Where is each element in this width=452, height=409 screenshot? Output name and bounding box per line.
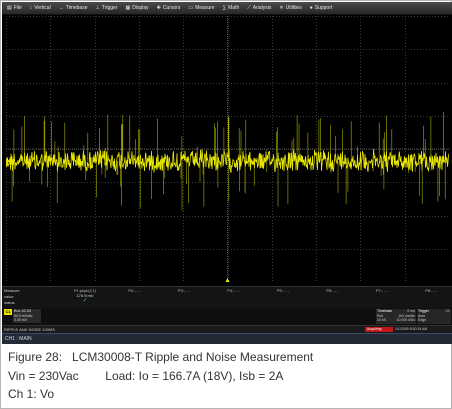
file-icon: ▤ [7, 5, 12, 11]
measure-column[interactable]: P6:- - - [308, 288, 358, 293]
trigger-descriptor[interactable]: Trigger C1 Auto Edge [417, 309, 451, 324]
trigger-icon: ⊥ [95, 5, 100, 11]
measure-column[interactable]: P8:- - - [407, 288, 452, 293]
channel-offset: 0.00 mV [14, 318, 28, 322]
measure-column[interactable]: P5:- - - [258, 288, 308, 293]
menu-trigger[interactable]: ⊥ Trigger [93, 3, 119, 13]
waveform-grid[interactable] [6, 16, 449, 282]
measure-name: P5:- - - [276, 288, 290, 293]
measure-name: P6:- - - [326, 288, 339, 293]
vertical-icon: ↕ [29, 5, 33, 11]
menu-measure[interactable]: ▭ Measure [186, 3, 216, 13]
menu-vertical[interactable]: ↕ Vertical [28, 3, 53, 13]
tab-bar: CH1 : MAIN [2, 333, 452, 344]
timebase-rate: 10.000 kS/s [396, 318, 415, 322]
measure-table: Measure value status P1:pkpk(C1) 170.9 mV… [2, 286, 452, 309]
utilities-icon: ✕ [279, 5, 284, 11]
menu-label: Vertical [34, 5, 51, 11]
figure-caption: Figure 28: LCM30008-T Ripple and Noise M… [8, 348, 448, 404]
timebase-icon: ↔ [58, 5, 64, 11]
menu-label: Math [228, 5, 240, 11]
measure-column[interactable]: P4:- - - [209, 288, 259, 293]
menu-analysis[interactable]: ⟋ Analysis [245, 3, 273, 13]
menu-utilities[interactable]: ✕ Utilities [277, 3, 303, 13]
status-bar: RIPPLE AND NOISE 100MS Acquiring 1/1/200… [2, 325, 452, 333]
measure-name: P4:- - - [227, 288, 240, 293]
caption-channel: Ch 1: Vo [8, 387, 55, 401]
menu-support[interactable]: ● Support [308, 3, 335, 13]
analysis-icon: ⟋ [247, 5, 251, 11]
measure-column[interactable]: P1:pkpk(C1) 170.9 mV ✓ [60, 288, 110, 304]
menu-cursors[interactable]: ✚ Cursors [155, 3, 183, 13]
menu-display[interactable]: ▦ Display [124, 3, 151, 13]
caption-title: Figure 28: LCM30008-T Ripple and Noise M… [8, 350, 314, 364]
measure-column[interactable]: P2:- - - [110, 288, 160, 293]
timebase-descriptor[interactable]: Timebase 0 ms Roll 100 ms/div 10 kS 10.0… [376, 309, 416, 324]
channel-1-badge[interactable]: C1 [4, 309, 12, 315]
menu-label: Display [132, 5, 149, 11]
measure-status-check-icon: ✓ [82, 298, 88, 304]
menu-label: Cursors [162, 5, 181, 11]
trigger-title: Trigger [418, 309, 429, 313]
measure-icon: ▭ [188, 5, 194, 11]
measure-column[interactable]: P3:- - - [159, 288, 209, 293]
display-icon: ▦ [125, 5, 131, 11]
figure-frame: ▤ File ↕ Vertical ↔ Timebase ⊥ Trigger ▦ Display ✚… [0, 0, 452, 409]
menu-file[interactable]: ▤ File [5, 3, 24, 13]
status-label: RIPPLE AND NOISE 100MS [4, 327, 55, 332]
measure-column[interactable]: P7:- - - [357, 288, 407, 293]
support-icon: ● [309, 5, 313, 11]
channel-1-descriptor[interactable]: BwL AC1M 50.0 mV/div 0.00 mV [13, 309, 41, 323]
trigger-channel: C1 [445, 309, 450, 313]
waveform-canvas [6, 16, 449, 282]
menu-label: Measure [195, 5, 215, 11]
acquiring-badge: Acquiring [365, 327, 393, 332]
menu-label: Support [314, 5, 333, 11]
datetime-readout: 1/1/2009 6:50:34 AM [395, 327, 428, 331]
caption-conditions: Vin = 230Vac Load: Io = 166.7A (18V), Is… [8, 368, 284, 383]
channel-strip: C1 BwL AC1M 50.0 mV/div 0.00 mV Timebase… [2, 308, 452, 325]
tab-ch1-main[interactable]: CH1 : MAIN [5, 334, 32, 344]
measure-name: P7:- - - [375, 288, 389, 293]
menu-label: Timebase [65, 5, 88, 11]
menu-math[interactable]: ∑ Math [221, 3, 242, 13]
menu-label: Analysis [252, 5, 272, 11]
menu-label: Trigger [101, 5, 118, 11]
measure-name: P2:- - - [128, 288, 141, 293]
menu-timebase[interactable]: ↔ Timebase [57, 3, 90, 13]
measure-name: P8:- - - [425, 288, 438, 293]
oscilloscope-screen: ▤ File ↕ Vertical ↔ Timebase ⊥ Trigger ▦ Display ✚… [2, 2, 452, 344]
value-row-label: value [4, 294, 14, 299]
measure-row-label: Measure [4, 288, 20, 293]
measure-name: P3:- - - [177, 288, 191, 293]
menu-label: File [13, 5, 22, 11]
cursors-icon: ✚ [156, 5, 161, 11]
timebase-samples: 10 kS [377, 318, 386, 322]
status-row-label: status [4, 300, 15, 305]
menu-bar: ▤ File ↕ Vertical ↔ Timebase ⊥ Trigger ▦ Display ✚… [2, 2, 452, 15]
trigger-type: Edge [418, 318, 427, 322]
math-icon: ∑ [222, 5, 227, 11]
menu-label: Utilities [285, 5, 302, 11]
